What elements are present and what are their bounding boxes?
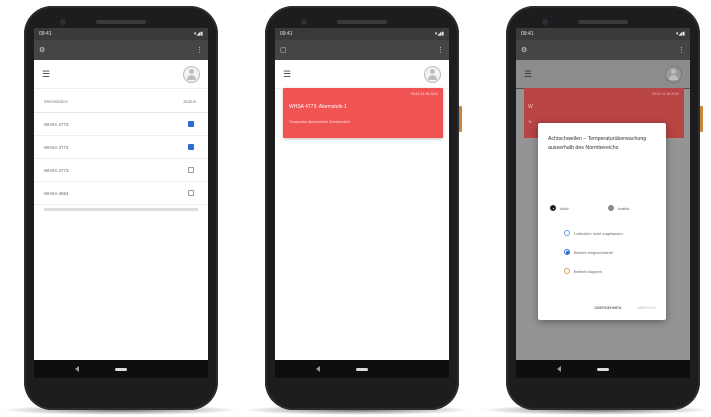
station-label: WHSA 4773 [44,121,69,127]
cancel-button[interactable]: ABBRUCH [637,306,656,310]
settings-icon[interactable]: ⚙ [521,46,527,54]
more-icon[interactable]: ⋮ [678,46,685,54]
station-table: Messstation Status WHSA 4773 WHSA 4773 W… [34,89,208,211]
radio-icon [564,230,570,236]
choice-label: Betrieb stoppen [574,268,603,274]
nav-bar [34,360,208,378]
dialog-title: Achtschwellen – Temperaturüberwachung au… [548,136,647,151]
table-row[interactable]: WHSA 4554 [34,182,208,205]
column-header-station: Messstation [44,99,69,104]
app-bar: ⚙ ⋮ [516,40,690,60]
column-header-status: Status [183,99,196,104]
choice-option[interactable]: Luftzufuhr nicht zugelassen [564,230,623,236]
phone-3-screen: 09:41 ▾◢▮ ⚙ ⋮ ☰ 09:42 14.08.2020 W Te Ac… [516,28,690,378]
status-bar: 09:41 ▾◢▮ [516,28,690,40]
status-time: 09:41 [39,31,52,37]
menu-icon[interactable]: ☰ [524,69,532,80]
phone-1: 09:41 ▾◢▮ ⚙ ⋮ ☰ Messstation Status WHSA … [24,6,218,410]
radio-inaktiv[interactable]: Inaktiv [608,205,630,211]
table-row[interactable]: WHSA 4773 [34,136,208,159]
table-row[interactable]: WHSA 4773 [34,113,208,136]
front-camera [301,19,307,25]
toolbar: ☰ [516,60,690,89]
station-label: WHSA 4554 [44,190,69,196]
radio-icon [564,268,570,274]
status-time: 09:41 [280,31,293,37]
choice-option[interactable]: Betrieb eingeschränkt [564,249,613,255]
table-footer-divider [44,208,198,211]
avatar[interactable] [424,65,441,83]
status-bar: 09:41 ▾◢▮ [34,28,208,40]
phone-3: 09:41 ▾◢▮ ⚙ ⋮ ☰ 09:42 14.08.2020 W Te Ac… [506,6,703,410]
apply-button[interactable]: ÜBERNEHMEN [594,306,621,310]
status-icons: ▾◢▮ [193,31,203,37]
toolbar: ☰ [34,60,208,89]
app-bar: ⚙ ⋮ [34,40,208,60]
home-icon[interactable] [597,367,609,371]
alarm-title-fragment: W [528,104,533,110]
more-icon[interactable]: ⋮ [196,46,203,54]
station-label: WHSA 4773 [44,144,69,150]
status-icons: ▾◢▮ [675,31,685,37]
status-bar: 09:41 ▾◢▮ [275,28,449,40]
radio-selected-icon [564,249,570,255]
radio-label: Aktiv [560,205,569,211]
phone-1-screen: 09:41 ▾◢▮ ⚙ ⋮ ☰ Messstation Status WHSA … [34,28,208,378]
radio-selected-icon [550,205,556,211]
radio-unselected-icon [608,205,614,211]
front-camera [542,19,548,25]
toolbar: ☰ [275,60,449,89]
station-checkbox[interactable] [188,121,194,127]
alarm-timestamp: 09:42 14.08.2020 [651,92,679,96]
settings-icon[interactable]: ⚙ [39,46,45,54]
power-button [700,106,703,132]
dialog-actions: ÜBERNEHMEN ABBRUCH [594,306,656,310]
table-header: Messstation Status [34,89,208,113]
station-checkbox[interactable] [188,190,194,196]
avatar[interactable] [183,65,200,83]
alarm-description: Temperatur überschreitet Grenzbereich [289,120,350,124]
radio-label: Inaktiv [618,205,630,211]
power-button [459,106,462,132]
avatar[interactable] [665,65,682,83]
calendar-icon[interactable]: ▢ [280,46,287,54]
menu-icon[interactable]: ☰ [283,69,291,80]
alarm-title: WHSA 4773: Alarmstufe 1 [289,104,347,110]
choice-label: Luftzufuhr nicht zugelassen [574,230,623,236]
more-icon[interactable]: ⋮ [437,46,444,54]
phone-2: 09:41 ▾◢▮ ▢ ⋮ ☰ 09:42 14.08.2020 WHSA 47… [265,6,462,410]
choice-label: Betrieb eingeschränkt [574,249,613,255]
table-row[interactable]: WHSA 4773 [34,159,208,182]
menu-icon[interactable]: ☰ [42,69,50,80]
nav-bar [275,360,449,378]
alarm-description-fragment: Te [528,120,532,124]
speaker-grille [578,20,628,24]
back-icon[interactable] [75,366,79,372]
phone-2-screen: 09:41 ▾◢▮ ▢ ⋮ ☰ 09:42 14.08.2020 WHSA 47… [275,28,449,378]
radio-aktiv[interactable]: Aktiv [550,205,569,211]
back-icon[interactable] [316,366,320,372]
station-checkbox[interactable] [188,167,194,173]
choice-option[interactable]: Betrieb stoppen [564,268,602,274]
station-checkbox[interactable] [188,144,194,150]
alarm-timestamp: 09:42 14.08.2020 [410,92,438,96]
alarm-card[interactable]: 09:42 14.08.2020 WHSA 4773: Alarmstufe 1… [283,88,443,138]
speaker-grille [337,20,387,24]
alarm-dialog: Achtschwellen – Temperaturüberwachung au… [538,123,666,320]
station-label: WHSA 4773 [44,167,69,173]
nav-bar [516,360,690,378]
speaker-grille [96,20,146,24]
home-icon[interactable] [356,367,368,371]
app-bar: ▢ ⋮ [275,40,449,60]
back-icon[interactable] [557,366,561,372]
status-icons: ▾◢▮ [434,31,444,37]
front-camera [60,19,66,25]
home-icon[interactable] [115,367,127,371]
status-time: 09:41 [521,31,534,37]
